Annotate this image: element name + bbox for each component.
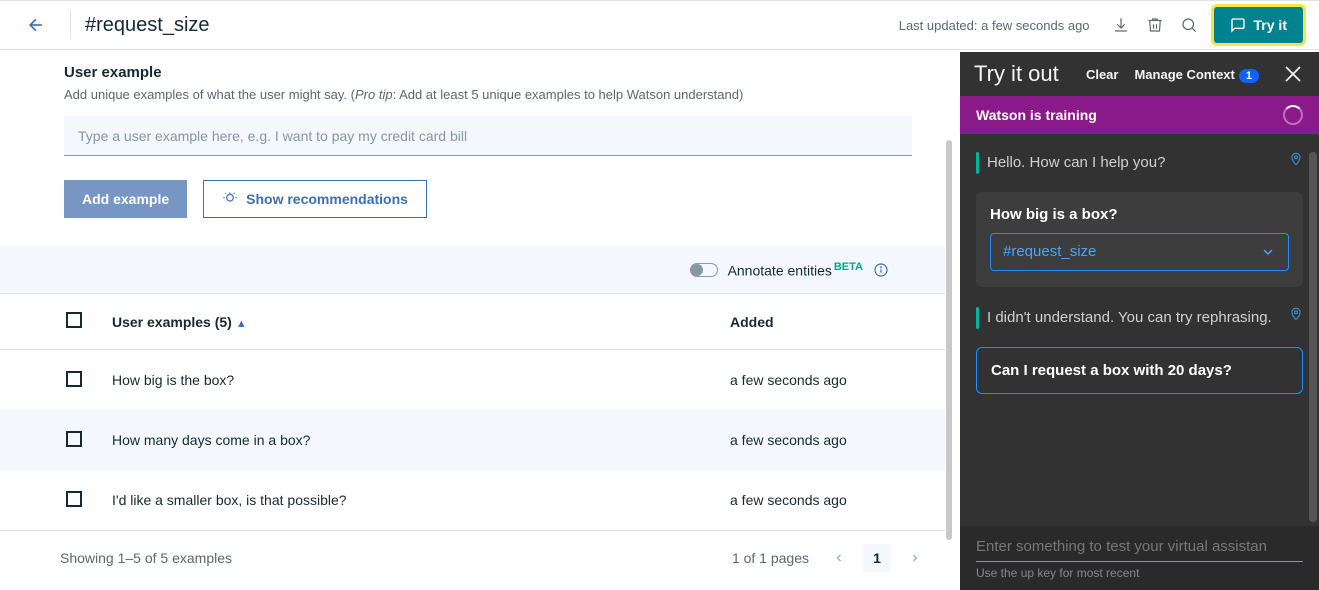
annotate-label: Annotate entitiesBETA (728, 261, 863, 279)
example-text: I'd like a smaller box, is that possible… (112, 492, 730, 508)
example-added: a few seconds ago (730, 372, 847, 388)
trash-icon[interactable] (1138, 8, 1172, 42)
example-added: a few seconds ago (730, 432, 847, 448)
intent-label: #request_size (1003, 243, 1096, 260)
prev-page-icon[interactable] (833, 552, 845, 564)
download-icon[interactable] (1104, 8, 1138, 42)
training-banner: Watson is training (960, 96, 1319, 134)
panel-scrollbar[interactable] (1309, 152, 1317, 522)
examples-table: Annotate entitiesBETA User examples (5)▲… (0, 246, 945, 584)
chat-icon (1230, 17, 1246, 33)
info-icon[interactable] (873, 262, 889, 278)
panel-header: Try it out Clear Manage Context1 (960, 52, 1319, 96)
panel-input-area: Use the up key for most recent (960, 526, 1319, 590)
intent-title: #request_size (85, 14, 210, 37)
annotate-bar: Annotate entitiesBETA (0, 246, 945, 294)
location-icon[interactable] (1289, 152, 1303, 166)
user-example-input[interactable] (64, 116, 912, 156)
add-example-button[interactable]: Add example (64, 180, 187, 218)
context-badge: 1 (1239, 69, 1259, 83)
bot-text: Hello. How can I help you? (987, 152, 1275, 174)
clear-button[interactable]: Clear (1086, 67, 1119, 82)
user-question: How big is a box? (990, 206, 1289, 223)
table-header-row: User examples (5)▲ Added (0, 294, 945, 350)
row-checkbox[interactable] (66, 431, 82, 447)
training-text: Watson is training (976, 107, 1097, 123)
bot-text: I didn't understand. You can try rephras… (987, 307, 1275, 329)
bot-message: I didn't understand. You can try rephras… (976, 307, 1303, 329)
row-checkbox[interactable] (66, 491, 82, 507)
lightbulb-icon (222, 191, 238, 207)
table-row[interactable]: How many days come in a box? a few secon… (0, 410, 945, 470)
select-all-checkbox[interactable] (66, 312, 82, 328)
table-row[interactable]: How big is the box? a few seconds ago (0, 350, 945, 410)
search-icon[interactable] (1172, 8, 1206, 42)
next-page-icon[interactable] (909, 552, 921, 564)
user-message-card: How big is a box? #request_size (976, 192, 1303, 287)
example-text: How many days come in a box? (112, 432, 730, 448)
example-text: How big is the box? (112, 372, 730, 388)
beta-badge: BETA (834, 261, 863, 273)
close-icon[interactable] (1281, 62, 1305, 86)
try-it-button[interactable]: Try it (1214, 7, 1303, 43)
show-recommendations-label: Show recommendations (246, 191, 408, 207)
chevron-down-icon (1260, 244, 1276, 260)
manage-context-button[interactable]: Manage Context1 (1134, 67, 1259, 82)
example-added: a few seconds ago (730, 492, 847, 508)
back-arrow-icon[interactable] (16, 15, 56, 35)
column-added[interactable]: Added (730, 314, 774, 330)
pages-text: 1 of 1 pages (732, 550, 809, 566)
intent-dropdown[interactable]: #request_size (990, 233, 1289, 271)
chat-area: Hello. How can I help you? How big is a … (960, 134, 1319, 526)
chat-input[interactable] (976, 526, 1303, 562)
showing-text: Showing 1–5 of 5 examples (60, 550, 232, 566)
try-it-panel: Try it out Clear Manage Context1 Watson … (960, 52, 1319, 590)
main-content: User example Add unique examples of what… (0, 50, 945, 218)
user-example-heading: User example (64, 64, 945, 81)
chat-input-hint: Use the up key for most recent (976, 566, 1303, 580)
try-it-label: Try it (1254, 17, 1287, 33)
bot-message: Hello. How can I help you? (976, 152, 1303, 174)
current-page[interactable]: 1 (863, 544, 891, 572)
last-updated-text: Last updated: a few seconds ago (899, 18, 1090, 33)
header-divider (70, 11, 71, 39)
row-checkbox[interactable] (66, 371, 82, 387)
show-recommendations-button[interactable]: Show recommendations (203, 180, 427, 218)
location-icon[interactable] (1289, 307, 1303, 321)
table-footer: Showing 1–5 of 5 examples 1 of 1 pages 1 (0, 530, 945, 584)
annotate-toggle[interactable] (690, 263, 718, 277)
column-user-examples[interactable]: User examples (5)▲ (112, 314, 730, 330)
user-question: Can I request a box with 20 days? (991, 362, 1288, 379)
page-header: #request_size Last updated: a few second… (0, 0, 1319, 50)
table-row[interactable]: I'd like a smaller box, is that possible… (0, 470, 945, 530)
sort-asc-icon: ▲ (236, 318, 247, 330)
user-message-card: Can I request a box with 20 days? (976, 347, 1303, 394)
panel-title: Try it out (974, 61, 1059, 87)
user-example-subtext: Add unique examples of what the user mig… (64, 87, 945, 102)
spinner-icon (1283, 105, 1303, 125)
main-scrollbar[interactable] (946, 140, 952, 540)
